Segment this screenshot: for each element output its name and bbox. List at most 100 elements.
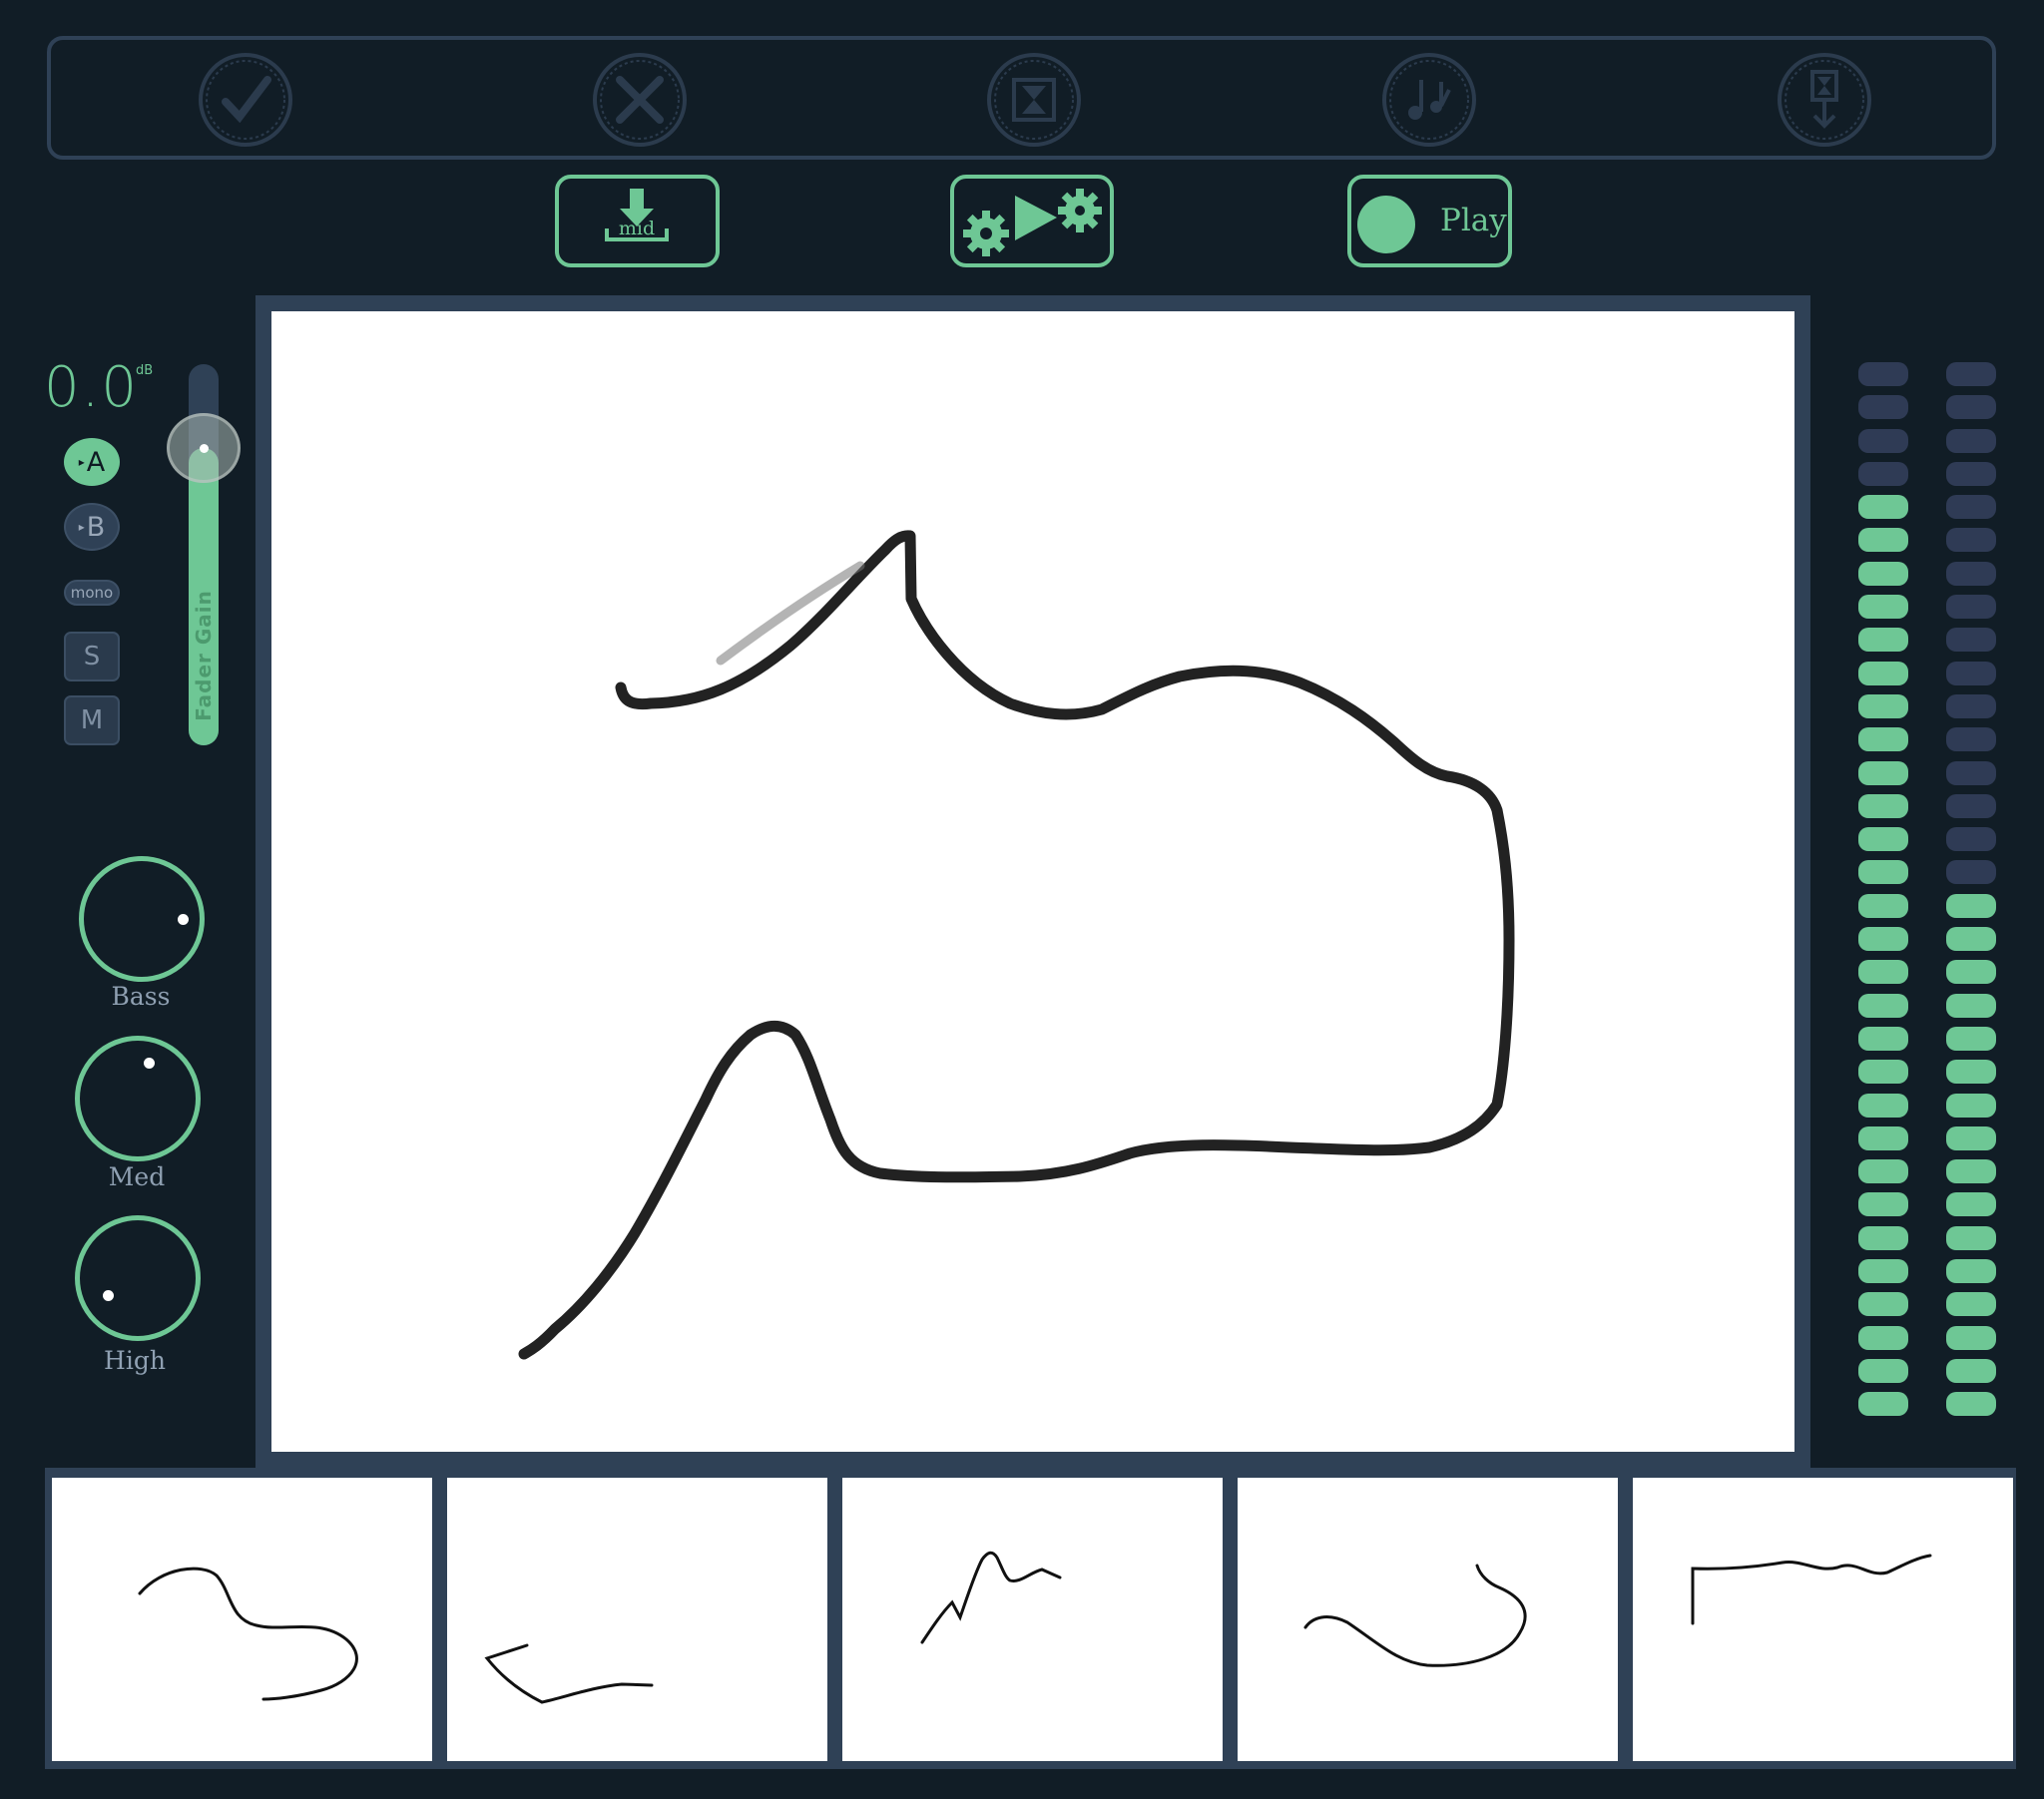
meter-segment <box>1858 1060 1908 1085</box>
drawn-melody-stroke <box>518 530 1515 1360</box>
meter-segment <box>1858 1325 1908 1350</box>
meter-segment <box>1858 1259 1908 1284</box>
med-label: Med <box>108 1162 166 1191</box>
play-indicator-icon <box>1357 196 1415 253</box>
high-knob[interactable] <box>75 1215 201 1341</box>
meter-segment <box>1946 561 1996 586</box>
top-toolbar <box>47 36 1996 160</box>
cancel-button[interactable] <box>590 50 690 150</box>
meter-segment <box>1946 1225 1996 1250</box>
bass-knob[interactable] <box>79 856 205 982</box>
meter-segment <box>1946 1259 1996 1284</box>
input-a-label: A <box>86 446 106 478</box>
meter-segment <box>1946 860 1996 885</box>
meter-segment <box>1858 793 1908 818</box>
thumbnail-stroke <box>484 1643 654 1704</box>
music-button[interactable] <box>1379 50 1479 150</box>
meter-segment <box>1858 561 1908 586</box>
drawing-canvas[interactable] <box>271 311 1794 1452</box>
meter-segment <box>1858 1225 1908 1250</box>
download-label: mid <box>619 218 655 239</box>
check-button[interactable] <box>196 50 295 150</box>
thumbnail-stroke <box>138 1567 358 1701</box>
meter-segment <box>1858 1026 1908 1051</box>
meter-segment <box>1946 1026 1996 1051</box>
meter-segment <box>1858 827 1908 852</box>
meter-segment <box>1946 727 1996 752</box>
meter-segment <box>1946 528 1996 553</box>
play-label: Play <box>1440 203 1507 238</box>
meter-segment <box>1858 1192 1908 1217</box>
meter-segment <box>1946 362 1996 386</box>
thumbnail-stroke <box>1303 1564 1527 1667</box>
meter-segment <box>1858 1125 1908 1150</box>
meter-segment <box>1858 395 1908 420</box>
thumbnail-1[interactable] <box>52 1478 432 1761</box>
meter-segment <box>1946 993 1996 1018</box>
meter-segment <box>1946 1060 1996 1085</box>
hourglass-download-icon <box>1778 53 1871 147</box>
meter-segment <box>1858 1159 1908 1184</box>
meter-segment <box>1946 395 1996 420</box>
med-knob-indicator <box>144 1058 155 1069</box>
input-a-button[interactable]: ▸ A <box>64 438 120 486</box>
thumbnail-strip <box>45 1468 2016 1769</box>
input-b-button[interactable]: ▸ B <box>64 503 120 551</box>
close-icon <box>593 53 687 147</box>
meter-segment <box>1946 428 1996 453</box>
meter-segment <box>1946 793 1996 818</box>
meter-segment <box>1858 1392 1908 1417</box>
meter-segment <box>1858 893 1908 918</box>
meter-segment <box>1858 595 1908 620</box>
meter-segment <box>1858 362 1908 386</box>
solo-button[interactable]: S <box>64 632 120 681</box>
canvas-frame <box>256 295 1810 1468</box>
play-button[interactable]: Play <box>1347 175 1512 267</box>
med-knob[interactable] <box>75 1036 201 1161</box>
hourglass-icon <box>987 53 1081 147</box>
fader-handle[interactable] <box>167 413 241 484</box>
thumbnail-4[interactable] <box>1238 1478 1618 1761</box>
meter-segment <box>1946 1192 1996 1217</box>
meter-segment <box>1946 960 1996 985</box>
meter-segment <box>1946 1392 1996 1417</box>
meter-segment <box>1858 727 1908 752</box>
meter-segment <box>1946 1093 1996 1118</box>
thumbnail-stroke <box>1691 1554 1932 1625</box>
meter-segment <box>1946 1125 1996 1150</box>
thumbnail-2[interactable] <box>447 1478 827 1761</box>
download-midi-button[interactable]: mid <box>555 175 720 267</box>
meter-segment <box>1858 461 1908 486</box>
check-icon <box>199 53 292 147</box>
mono-button[interactable]: mono <box>64 580 120 606</box>
meter-segment <box>1946 1292 1996 1317</box>
export-button[interactable] <box>1775 50 1874 150</box>
meter-segment <box>1946 628 1996 653</box>
mute-button[interactable]: M <box>64 695 120 745</box>
hourglass-button[interactable] <box>984 50 1084 150</box>
meter-segment <box>1858 693 1908 718</box>
meter-segment <box>1858 927 1908 952</box>
meter-segment <box>1946 595 1996 620</box>
meter-segment <box>1858 628 1908 653</box>
meter-segment <box>1946 693 1996 718</box>
app-window: mid Play 0.0 dB ▸ A ▸ B mono S M Fader G… <box>0 0 2044 1799</box>
meter-segment <box>1946 760 1996 785</box>
meter-segment <box>1946 1159 1996 1184</box>
high-label: High <box>104 1346 166 1375</box>
fader-label: Fader Gain <box>192 590 216 721</box>
gear-play-icon <box>963 189 1102 256</box>
meter-segment <box>1946 1325 1996 1350</box>
play-arrow-icon: ▸ <box>78 520 85 534</box>
level-meter-right <box>1946 362 1996 1426</box>
thumbnail-3[interactable] <box>842 1478 1223 1761</box>
bass-label: Bass <box>111 982 171 1011</box>
meter-segment <box>1858 860 1908 885</box>
input-b-label: B <box>86 511 106 543</box>
meter-segment <box>1858 1093 1908 1118</box>
thumbnail-5[interactable] <box>1633 1478 2013 1761</box>
high-knob-indicator <box>103 1290 114 1301</box>
generate-button[interactable] <box>950 175 1114 267</box>
meter-segment <box>1946 461 1996 486</box>
thumbnail-stroke <box>920 1551 1062 1644</box>
